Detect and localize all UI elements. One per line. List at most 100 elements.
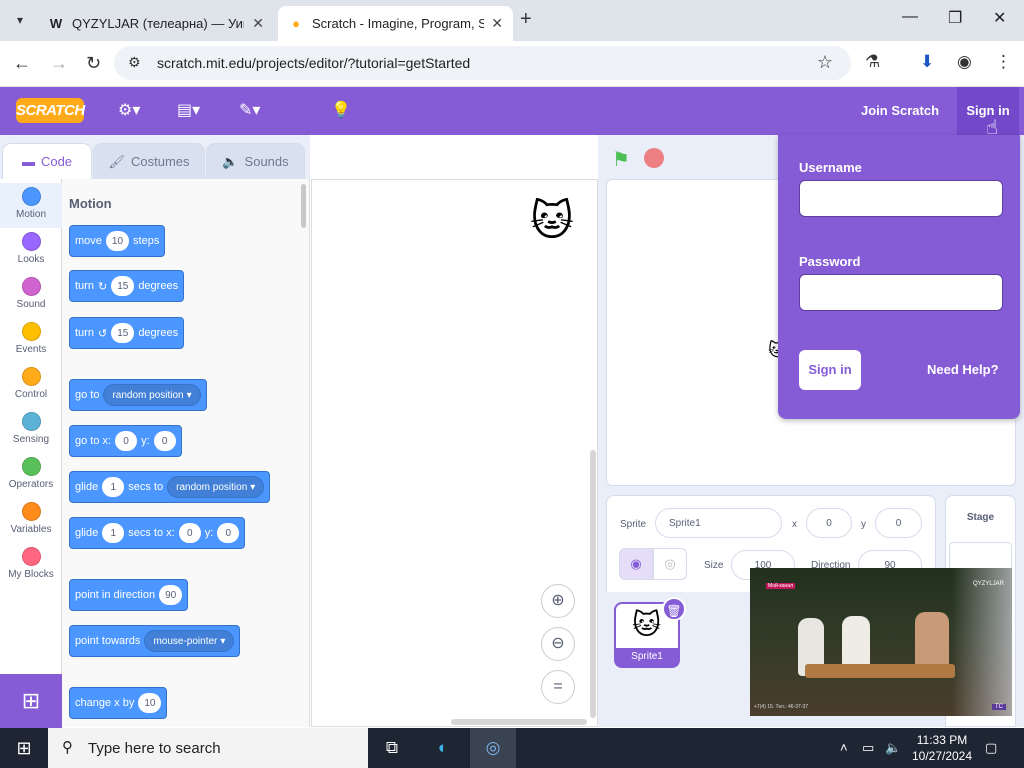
tutorials-lightbulb-icon[interactable]: 💡	[331, 100, 351, 120]
block-input[interactable]: 0	[178, 523, 201, 543]
workspace-horizontal-scrollbar[interactable]	[451, 719, 587, 725]
category-operators[interactable]: Operators	[0, 453, 62, 498]
edit-menu-icon[interactable]: ✎▾	[239, 100, 260, 120]
block-turn-right[interactable]: turn ↻ 15 degrees	[69, 270, 185, 302]
block-text: turn	[75, 280, 94, 292]
block-change-x[interactable]: change x by 10	[69, 687, 168, 719]
delete-sprite-trash-icon[interactable]: 🗑	[662, 597, 686, 621]
category-variables[interactable]: Variables	[0, 498, 62, 543]
new-tab-icon[interactable]: +	[520, 8, 532, 31]
workspace-vertical-scrollbar[interactable]	[590, 450, 596, 718]
browser-menu-icon[interactable]: ⋮	[995, 52, 1012, 72]
dropdown-value: random position	[112, 389, 184, 401]
show-sprite-eye-icon[interactable]: ◉	[619, 548, 653, 580]
green-flag-icon[interactable]: ⚑	[612, 147, 630, 172]
settings-gear-icon[interactable]: ⚙▾	[118, 100, 140, 120]
tray-chevron-up-icon[interactable]: ˄	[840, 740, 848, 755]
url-text[interactable]: scratch.mit.edu/projects/editor/?tutoria…	[157, 55, 470, 71]
category-events[interactable]: Events	[0, 318, 62, 363]
block-input[interactable]: 10	[138, 693, 162, 713]
block-glide-to-xy[interactable]: glide 1 secs to x: 0 y: 0	[69, 517, 246, 549]
block-input[interactable]: 0	[217, 523, 240, 543]
chrome-browser-icon[interactable]: ◎	[470, 728, 516, 768]
block-input[interactable]: 0	[153, 431, 176, 451]
windows-start-icon[interactable]: ⊞	[0, 728, 48, 768]
close-tab-icon[interactable]: ✕	[252, 15, 264, 32]
tab-search-chevron-icon[interactable]: ▾	[6, 7, 34, 33]
block-dropdown[interactable]: random position ▾	[103, 384, 201, 406]
close-tab-icon[interactable]: ✕	[491, 15, 503, 32]
block-glide-to[interactable]: glide 1 secs to random position ▾	[69, 471, 271, 503]
task-view-icon[interactable]: ⧉	[369, 728, 415, 768]
network-icon[interactable]: ▭	[862, 740, 874, 756]
tab-code[interactable]: ▬ Code	[2, 143, 92, 179]
zoom-reset-icon[interactable]: =	[541, 670, 575, 704]
edge-browser-icon[interactable]: ◐	[420, 728, 466, 768]
tab-sounds[interactable]: 🔈 Sounds	[206, 143, 305, 179]
picture-in-picture-video[interactable]: Мой-канал QYZYLJAR +7(4) 15. Тел.: 46-37…	[750, 568, 1012, 716]
stop-sign-icon[interactable]	[644, 148, 664, 168]
browser-tab-scratch[interactable]: ● Scratch - Imagine, Program, Sh ✕	[278, 6, 513, 41]
hide-sprite-eye-icon[interactable]: ◎	[653, 548, 687, 580]
y-position-input[interactable]: 0	[875, 508, 922, 538]
address-bar[interactable]: ⚙ scratch.mit.edu/projects/editor/?tutor…	[114, 46, 851, 80]
add-extension-button[interactable]: ⊞	[0, 674, 62, 728]
block-input[interactable]: 15	[111, 276, 135, 296]
restore-window-icon[interactable]: ❐	[948, 8, 962, 28]
download-icon[interactable]: ⬇	[920, 52, 934, 72]
block-input[interactable]: 90	[159, 585, 183, 605]
browser-tab-wikipedia[interactable]: W QYZYLJAR (телеарна) — Уикип ✕	[38, 6, 274, 41]
profile-icon[interactable]: ◉	[957, 52, 972, 72]
category-control[interactable]: Control	[0, 363, 62, 408]
block-go-to-xy[interactable]: go to x: 0 y: 0	[69, 425, 182, 457]
taskbar-search-box[interactable]: ⚲ Type here to search	[48, 728, 368, 768]
username-input[interactable]	[799, 180, 1003, 217]
block-input[interactable]: 0	[115, 431, 138, 451]
category-motion[interactable]: Motion	[0, 183, 62, 228]
block-go-to[interactable]: go to random position ▾	[69, 379, 207, 411]
block-input[interactable]: 10	[105, 231, 130, 251]
notifications-icon[interactable]: ▢	[985, 740, 997, 756]
tab-costumes[interactable]: 🖌 Costumes	[93, 143, 205, 179]
labs-flask-icon[interactable]: ⚗	[865, 52, 880, 72]
x-position-input[interactable]: 0	[806, 508, 852, 538]
dropdown-value: mouse-pointer	[153, 635, 218, 647]
category-looks[interactable]: Looks	[0, 228, 62, 273]
block-turn-left[interactable]: turn ↺ 15 degrees	[69, 317, 185, 349]
password-input[interactable]	[799, 274, 1003, 311]
bookmark-star-icon[interactable]: ☆	[817, 52, 833, 73]
category-sound[interactable]: Sound	[0, 273, 62, 318]
file-menu-icon[interactable]: ▤▾	[177, 100, 200, 120]
join-scratch-button[interactable]: Join Scratch	[852, 87, 948, 135]
category-label: Control	[14, 389, 48, 400]
block-dropdown[interactable]: mouse-pointer ▾	[144, 630, 235, 652]
back-arrow-icon[interactable]: ←	[13, 53, 31, 74]
zoom-in-icon[interactable]: ⊕	[541, 584, 575, 618]
block-point-in-direction[interactable]: point in direction 90	[69, 579, 189, 611]
motion-dot-icon	[21, 187, 41, 206]
zoom-out-icon[interactable]: ⊖	[541, 627, 575, 661]
category-my-blocks[interactable]: My Blocks	[0, 543, 62, 588]
reload-icon[interactable]: ↻	[86, 53, 101, 74]
minimize-window-icon[interactable]: —	[902, 8, 918, 26]
scratch-logo[interactable]: SCRATCH	[16, 98, 85, 123]
sprite-name-input[interactable]: Sprite1	[655, 508, 782, 538]
browser-tab-strip: ▾ W QYZYLJAR (телеарна) — Уикип ✕ ● Scra…	[0, 0, 1024, 41]
site-info-icon[interactable]: ⚙	[128, 54, 141, 71]
block-move-steps[interactable]: move 10 steps	[69, 225, 166, 257]
taskbar-clock[interactable]: 11:33 PM 10/27/2024	[908, 732, 976, 764]
palette-scrollbar[interactable]	[301, 184, 306, 228]
need-help-link[interactable]: Need Help?	[927, 362, 999, 377]
block-point-towards[interactable]: point towards mouse-pointer ▾	[69, 625, 241, 657]
close-window-icon[interactable]: ✕	[993, 8, 1006, 28]
block-input[interactable]: 1	[102, 477, 125, 497]
category-sensing[interactable]: Sensing	[0, 408, 62, 453]
block-input[interactable]: 1	[102, 523, 125, 543]
sound-dot-icon	[21, 277, 41, 296]
block-input[interactable]: 15	[111, 323, 135, 343]
dropdown-value: random position	[176, 481, 248, 493]
volume-icon[interactable]: 🔈	[885, 740, 901, 756]
sign-in-submit-button[interactable]: Sign in	[799, 350, 861, 390]
forward-arrow-icon[interactable]: →	[50, 53, 68, 74]
block-dropdown[interactable]: random position ▾	[167, 476, 265, 498]
